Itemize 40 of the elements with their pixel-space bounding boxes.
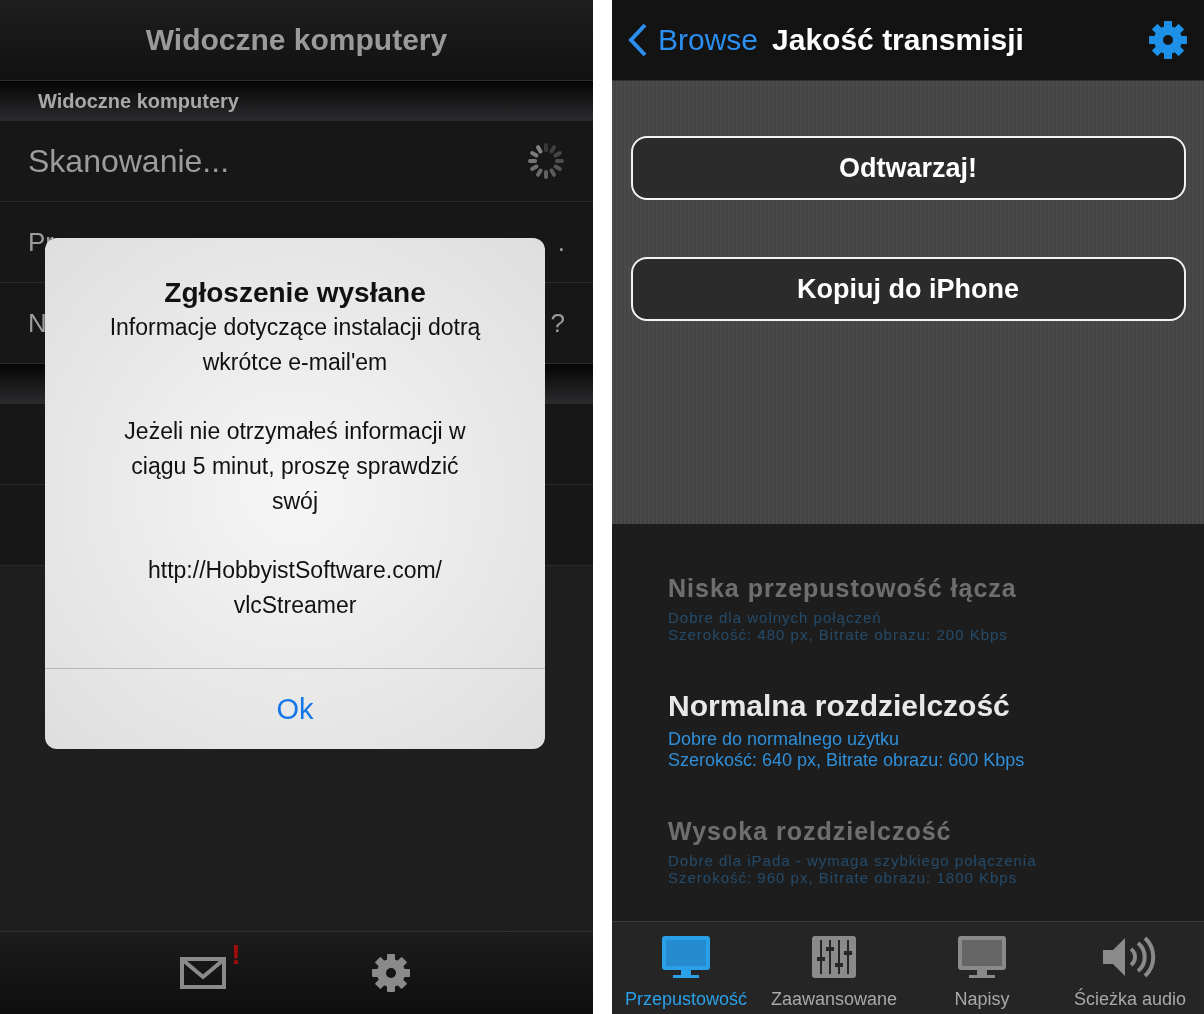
option-details: Szerokość: 640 px, Bitrate obrazu: 600 Kbps [668,750,1026,771]
back-button[interactable]: Browse [628,23,759,57]
option-description: Dobre dla iPada - wymaga szybkiego połączenia [668,852,1038,869]
row-text: Skanowanie... [28,142,229,180]
sliders-icon [811,935,857,979]
settings-icon[interactable] [370,953,411,993]
option-title: Wysoka rozdzielczość [668,817,953,846]
mail-icon[interactable] [179,957,226,989]
option-title: Normalna rozdzielczość [668,689,1011,723]
option-details: Szerokość: 960 px, Bitrate obrazu: 1800 Kbps [668,869,1019,886]
dialog-message: Informacje dotyczące instalacji dotrą wkrótce e-mail'em [109,313,481,377]
row-text: . [557,226,565,258]
dialog-message: http://HobbyistSoftware.com/ vlcStreamer [148,556,442,620]
dialog-title: Zgłoszenie wysłane [164,276,426,310]
monitor-icon [957,935,1007,979]
option-details: Szerokość: 480 px, Bitrate obrazu: 200 Kbps [668,626,1009,643]
option-title: Niska przepustowość łącza [668,574,1018,603]
option-description: Dobre do normalnego użytku [668,729,901,750]
picker-option[interactable]: Normalna rozdzielczość Dobre do normalnego użytku Szerokość: 640 px, Bitrate obrazu: 600 Kbps [668,689,1204,771]
tab[interactable]: Napisy [908,922,1056,1014]
picker-option[interactable]: Niska przepustowość łącza Dobre dla wolnych połączeń Szerokość: 480 px, Bitrate obrazu: 200 Kbps [668,574,1204,643]
row-text: N [28,307,47,339]
action-button[interactable]: Kopiuj do iPhone [630,257,1186,321]
tab[interactable]: Zaawansowane [760,922,908,1014]
row-text: ? [550,307,565,339]
dialog-message: Jeżeli nie otrzymałeś informacji w ciągu 5 minut, proszę sprawdzić swój [124,417,466,516]
alert-mark: ! [231,939,241,971]
section-header: Widoczne komputery [0,81,593,121]
picker-option[interactable]: Wysoka rozdzielczość Dobre dla iPada - wymaga szybkiego połączenia Szerokość: 960 px, Bitrate obrazu: 1800 Kbps [668,817,1204,886]
loading-spinner-icon [527,142,565,180]
ok-button[interactable]: Ok [45,668,545,749]
settings-icon[interactable] [1148,20,1188,60]
nav-title: Widoczne komputery [145,23,448,57]
tab[interactable]: Przepustowość [612,922,760,1014]
action-button[interactable]: Odtwarzaj! [630,136,1186,200]
tab[interactable]: Ścieżka audio [1056,922,1204,1014]
monitor-icon [661,935,711,979]
option-description: Dobre dla wolnych połączeń [668,609,883,626]
chevron-left-icon [628,23,648,57]
nav-title: Jakość transmisji [772,23,1025,57]
